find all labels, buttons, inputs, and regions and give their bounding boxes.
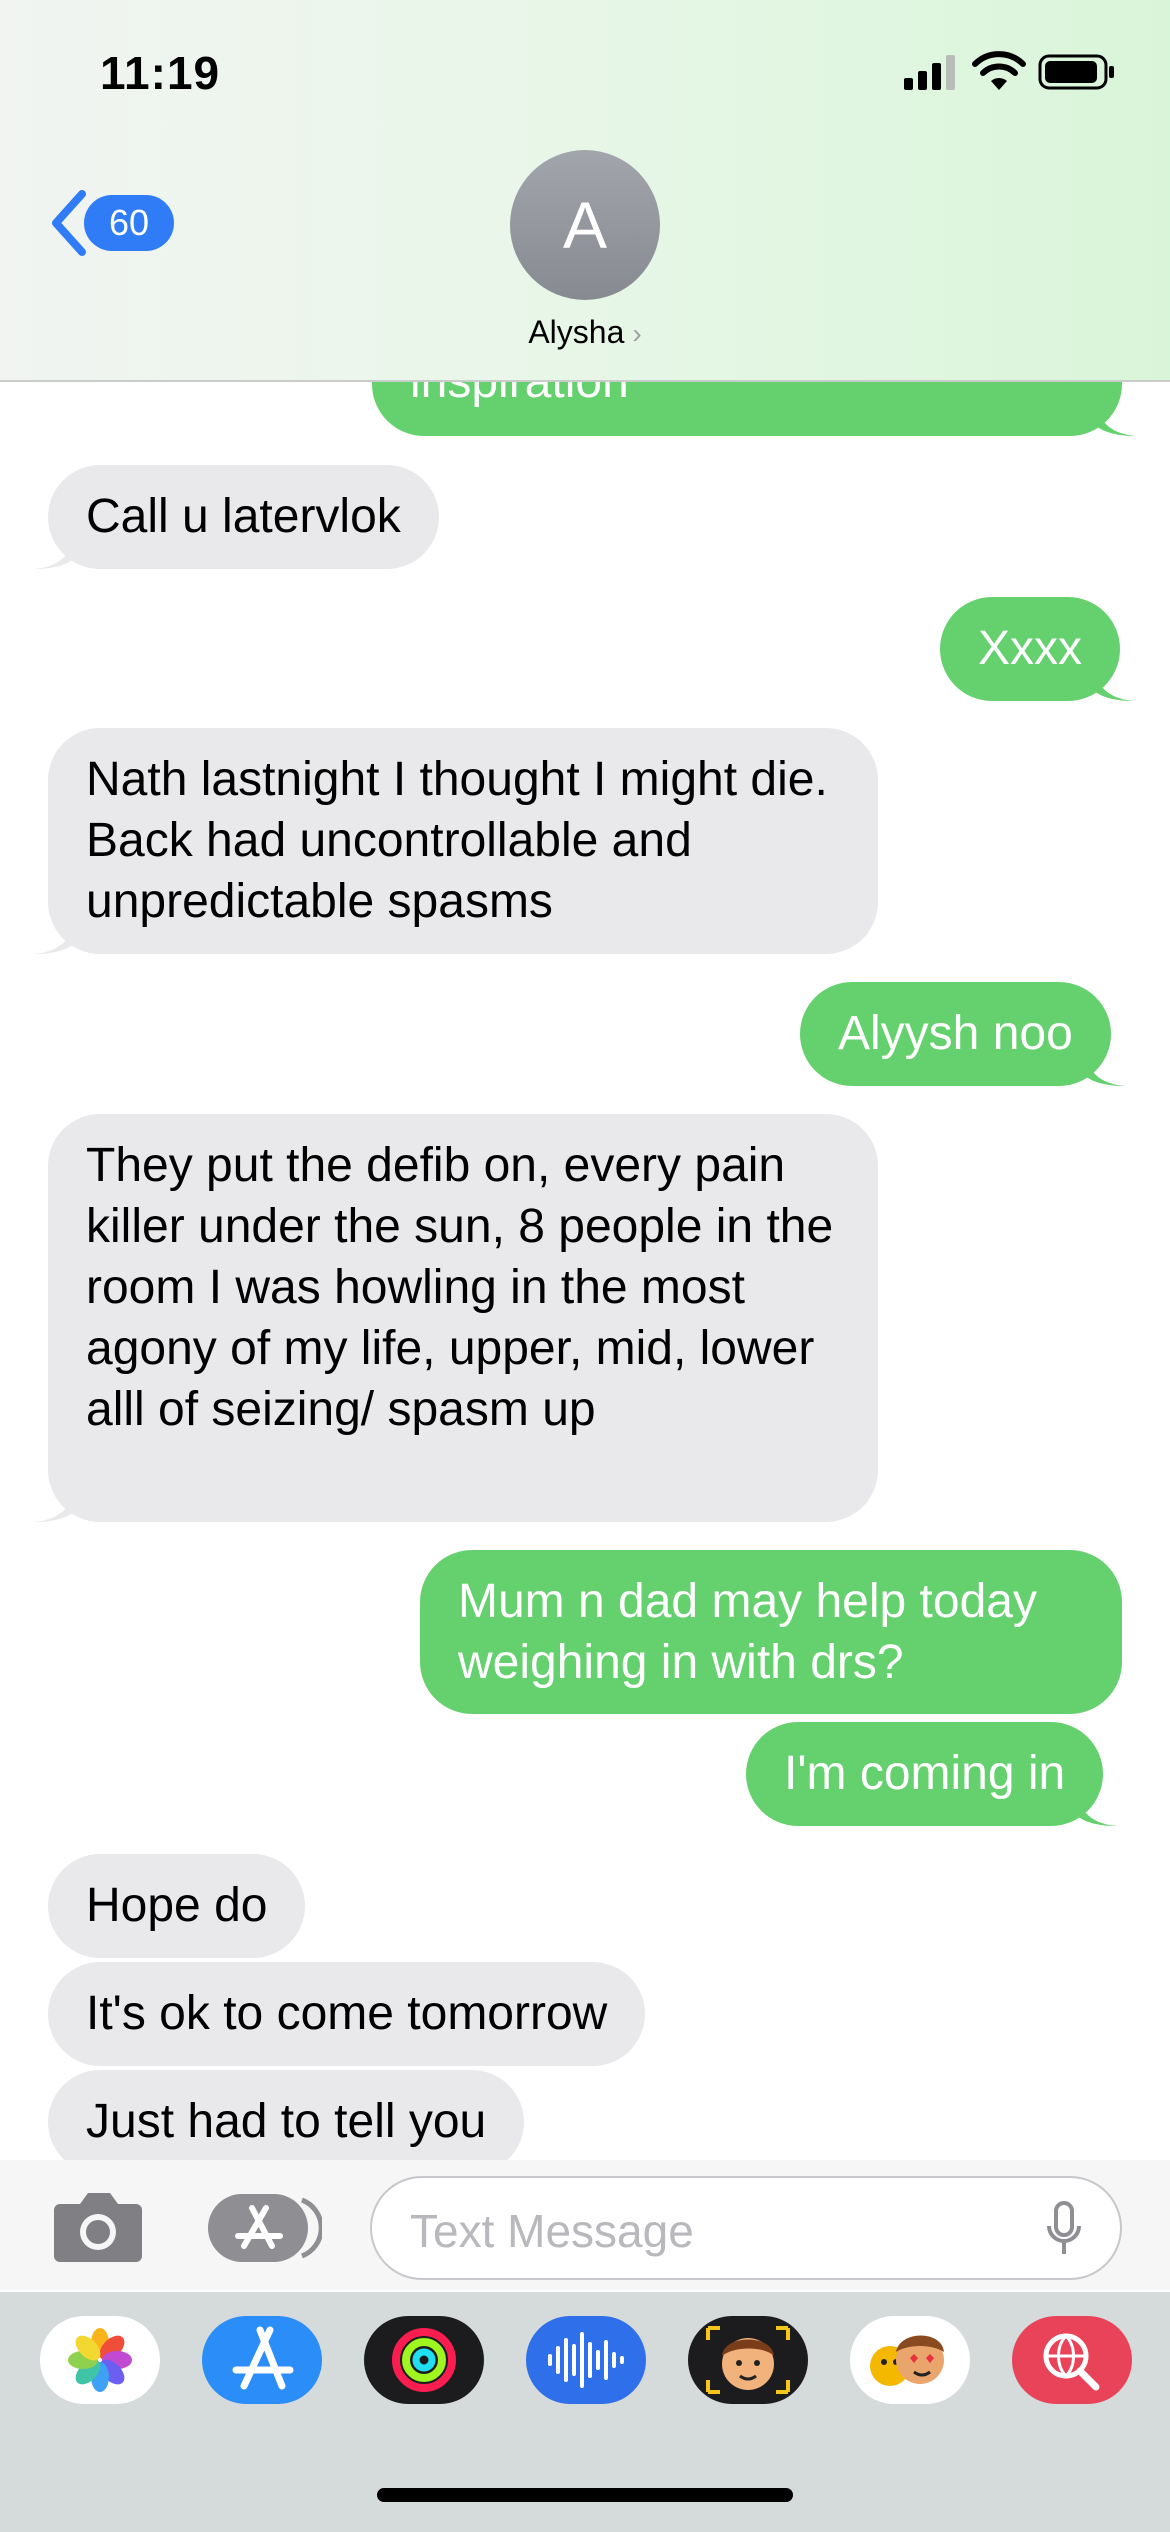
contact-avatar[interactable]: A — [510, 150, 660, 300]
camera-icon[interactable] — [52, 2190, 144, 2264]
message-text: Just had to tell you — [86, 2095, 487, 2148]
animoji-stickers-app-icon[interactable] — [850, 2316, 970, 2404]
app-store-app-icon[interactable] — [202, 2316, 322, 2404]
message-text: Alyysh noo — [838, 1007, 1073, 1060]
message-bubble-received[interactable]: Nath lastnight I thought I might die. Ba… — [34, 728, 878, 954]
message-bubble-received[interactable]: Hope do — [48, 1854, 306, 1958]
bubble-tail-icon — [34, 1482, 74, 1522]
bubble-tail-icon — [34, 914, 74, 954]
message-text: Xxxx — [978, 622, 1083, 675]
message-text: I'm coming in — [784, 1747, 1066, 1800]
web-search-app-icon[interactable] — [1012, 2316, 1132, 2404]
waveform-icon — [548, 2332, 624, 2388]
message-text: Mum n dad may help today weighing in wit… — [458, 1575, 1037, 1689]
bubble-tail-icon — [34, 529, 74, 569]
memoji-face-icon — [706, 2326, 790, 2394]
message-input-placeholder: Text Message — [410, 2205, 694, 2257]
unread-count-badge: 60 — [84, 195, 174, 251]
activity-rings-icon — [392, 2328, 456, 2392]
photos-flower-icon — [68, 2328, 132, 2392]
voice-memos-app-icon[interactable] — [526, 2316, 646, 2404]
bubble-tail-icon — [1094, 661, 1135, 701]
activity-app-icon[interactable] — [364, 2316, 484, 2404]
avatar-initial: A — [562, 188, 608, 262]
message-bubble-sent[interactable]: I'm coming in — [746, 1722, 1118, 1826]
message-text: It's ok to come tomorrow — [86, 1987, 608, 2040]
contact-name-button[interactable]: Alysha › — [0, 314, 1170, 351]
bubble-tail-icon — [1096, 396, 1136, 436]
memoji-app-icon[interactable] — [688, 2316, 808, 2404]
message-bubble-received[interactable]: Just had to tell you — [48, 2070, 525, 2160]
message-bubble-sent[interactable]: Alyysh noo — [800, 982, 1125, 1086]
message-text: Hope do — [86, 1879, 268, 1932]
app-store-a-icon — [232, 2326, 294, 2390]
back-button[interactable]: 60 — [48, 188, 174, 258]
contact-name: Alysha — [528, 314, 625, 350]
app-store-button-icon[interactable] — [206, 2192, 322, 2264]
message-bubble-sent[interactable]: Xxxx — [940, 597, 1135, 701]
bubble-tail-icon — [1084, 1046, 1125, 1086]
message-text: Nath lastnight I thought I might die. Ba… — [86, 753, 828, 928]
message-list[interactable]: inspiration Call u latervlok Xxxx Nath l… — [0, 382, 1170, 2160]
photos-app-icon[interactable] — [40, 2316, 160, 2404]
message-bubble-sent[interactable]: inspiration — [372, 382, 1136, 436]
message-text: inspiration — [410, 382, 629, 408]
battery-icon — [1038, 54, 1114, 90]
microphone-icon[interactable] — [1044, 2200, 1084, 2258]
message-bubble-received[interactable]: They put the defib on, every pain killer… — [34, 1114, 878, 1522]
globe-search-icon — [1043, 2333, 1100, 2391]
message-text: They put the defib on, every pain killer… — [86, 1139, 834, 1436]
wifi-icon — [972, 51, 1026, 90]
message-bubble-sent[interactable]: Mum n dad may help today weighing in wit… — [420, 1550, 1122, 1714]
message-text: Call u latervlok — [86, 490, 401, 543]
message-bubble-received[interactable]: It's ok to come tomorrow — [48, 1962, 646, 2066]
cellular-signal-icon — [904, 55, 955, 90]
message-bubble-received[interactable]: Call u latervlok — [34, 465, 439, 569]
emoji-faces-icon — [870, 2335, 944, 2386]
home-indicator[interactable] — [377, 2488, 793, 2502]
chevron-right-icon: › — [632, 318, 642, 349]
bubble-tail-icon — [1077, 1786, 1118, 1826]
status-time: 11:19 — [100, 47, 221, 99]
